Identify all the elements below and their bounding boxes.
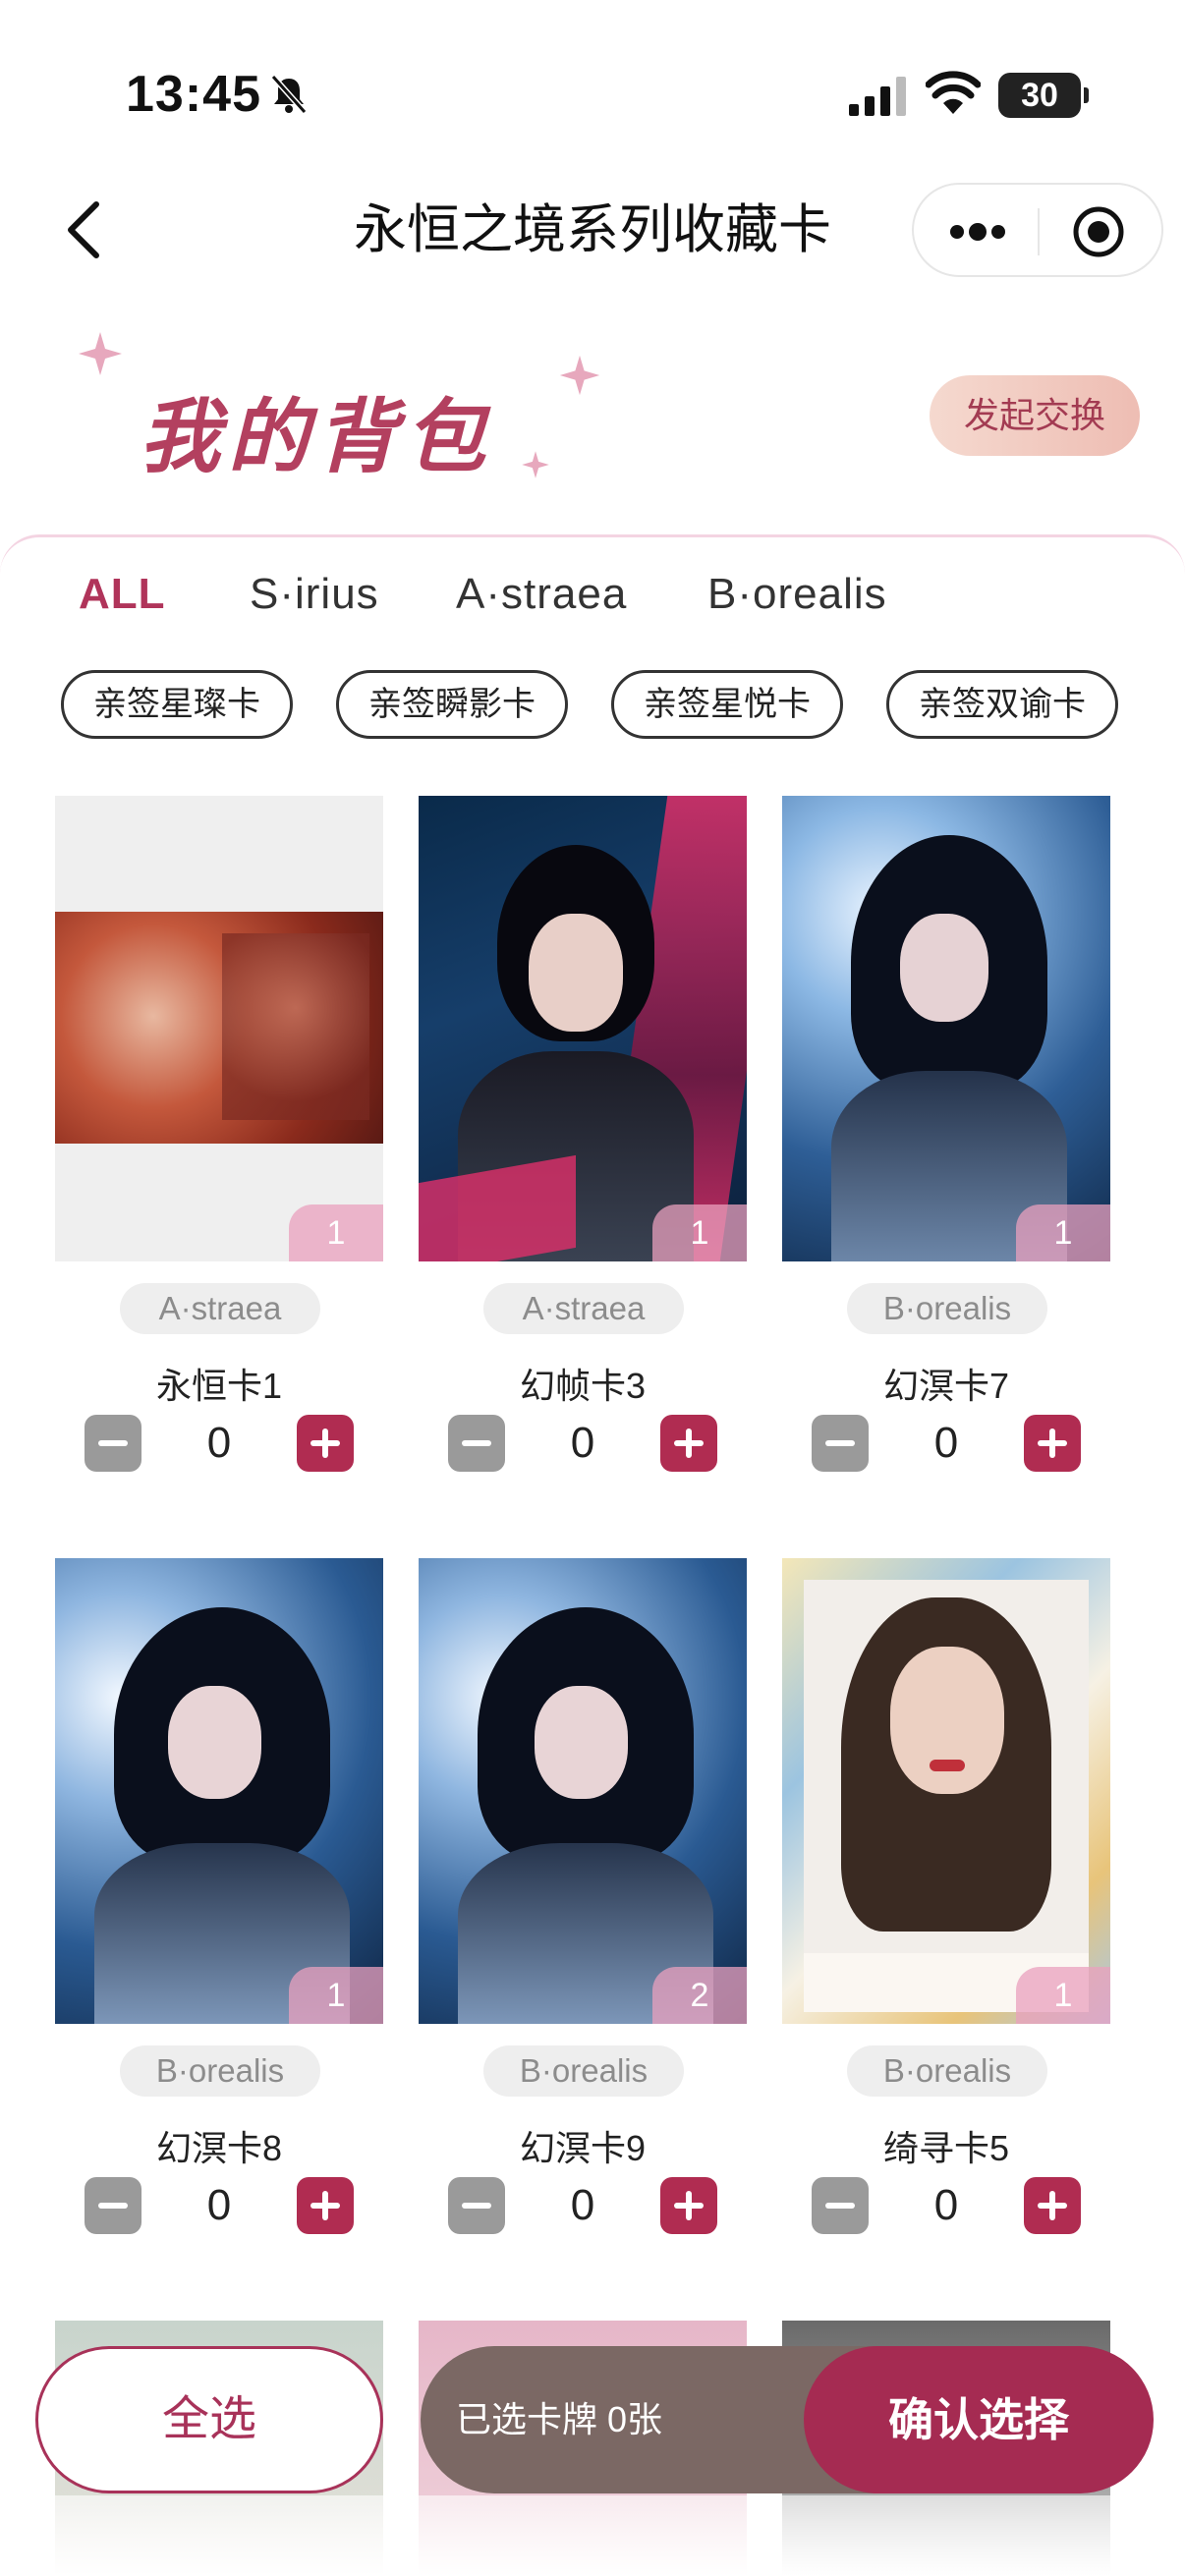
increase-button[interactable] [1024, 1415, 1081, 1472]
filter-chip[interactable]: 亲签星璨卡 [61, 670, 293, 739]
quantity-badge: 1 [289, 1967, 383, 2024]
filter-chip[interactable]: 亲签双谕卡 [886, 670, 1118, 739]
select-all-button[interactable]: 全选 [35, 2346, 383, 2493]
series-tabs: ALL S·irius A·straea B·orealis [0, 560, 1185, 629]
quantity-badge: 1 [1016, 1204, 1110, 1261]
card-name: 永恒卡1 [155, 1366, 283, 1406]
card-type-filters: 亲签星璨卡 亲签瞬影卡 亲签星悦卡 亲签双谕卡 [0, 670, 1185, 739]
selected-count: 0 [933, 2181, 959, 2229]
selected-count: 0 [206, 2181, 232, 2229]
series-tag: B·orealis [120, 2045, 320, 2097]
selected-count: 0 [570, 2181, 595, 2229]
selected-count: 0 [570, 1419, 595, 1467]
selection-summary-bar: 已选卡牌 0张 确认选择 [421, 2346, 1154, 2493]
sparkle-icon [522, 451, 549, 478]
page-title: 永恒之境系列收藏卡 [354, 200, 831, 259]
increase-button[interactable] [1024, 2177, 1081, 2234]
bell-muted-icon [270, 75, 308, 114]
card-image[interactable]: 1 [782, 796, 1110, 1261]
quantity-stepper: 0 [812, 1415, 1081, 1474]
backpack-title: 我的背包 [140, 393, 493, 482]
card-image[interactable]: 1 [419, 796, 747, 1261]
quantity-stepper: 0 [85, 2177, 354, 2236]
bottom-fade [0, 2495, 1185, 2576]
quantity-stepper: 0 [812, 2177, 1081, 2236]
card-name: 幻溟卡8 [155, 2128, 283, 2168]
decrease-button[interactable] [812, 1415, 869, 1472]
quantity-stepper: 0 [448, 2177, 717, 2236]
selected-count-text: 已选卡牌 0张 [456, 2399, 663, 2439]
status-bar: 13:45 30 [0, 0, 1185, 147]
quantity-badge: 1 [652, 1204, 747, 1261]
confirm-selection-button[interactable]: 确认选择 [804, 2346, 1154, 2493]
quantity-badge: 2 [652, 1967, 747, 2024]
increase-button[interactable] [297, 2177, 354, 2234]
sparkle-icon [79, 332, 122, 375]
card-name: 幻溟卡9 [519, 2128, 647, 2168]
increase-button[interactable] [660, 2177, 717, 2234]
tab-borealis[interactable]: B·orealis [707, 560, 887, 629]
quantity-badge: 1 [289, 1204, 383, 1261]
card-image[interactable]: 1 [782, 1558, 1110, 2024]
decrease-button[interactable] [85, 2177, 141, 2234]
card-image[interactable]: 1 [55, 796, 383, 1261]
back-arrow-icon[interactable] [57, 196, 112, 263]
tab-astraea[interactable]: A·straea [456, 560, 627, 629]
card-image[interactable]: 2 [419, 1558, 747, 2024]
battery-icon: 30 [998, 73, 1089, 118]
signal-icon [849, 77, 906, 116]
wifi-icon [926, 71, 981, 114]
quantity-badge: 1 [1016, 1967, 1110, 2024]
close-target-icon[interactable] [1071, 204, 1126, 259]
selected-count: 0 [206, 1419, 232, 1467]
quantity-stepper: 0 [85, 1415, 354, 1474]
filter-chip[interactable]: 亲签瞬影卡 [336, 670, 568, 739]
decrease-button[interactable] [448, 1415, 505, 1472]
card-image[interactable]: 1 [55, 1558, 383, 2024]
increase-button[interactable] [660, 1415, 717, 1472]
card-name: 幻帧卡3 [519, 1366, 647, 1406]
card-name: 幻溟卡7 [882, 1366, 1010, 1406]
series-tag: A·straea [483, 1283, 684, 1334]
series-tag: B·orealis [847, 1283, 1047, 1334]
series-tag: A·straea [120, 1283, 320, 1334]
card-name: 绮寻卡5 [882, 2128, 1010, 2168]
series-tag: B·orealis [483, 2045, 684, 2097]
decrease-button[interactable] [812, 2177, 869, 2234]
mini-program-capsule [912, 183, 1163, 277]
decrease-button[interactable] [85, 1415, 141, 1472]
more-icon[interactable] [947, 214, 1008, 250]
tab-all[interactable]: ALL [79, 560, 166, 629]
series-tag: B·orealis [847, 2045, 1047, 2097]
sparkle-icon [559, 355, 600, 396]
start-exchange-button[interactable]: 发起交换 [930, 375, 1140, 456]
selected-count: 0 [933, 1419, 959, 1467]
tab-sirius[interactable]: S·irius [250, 560, 379, 629]
decrease-button[interactable] [448, 2177, 505, 2234]
quantity-stepper: 0 [448, 1415, 717, 1474]
capsule-divider [1038, 208, 1040, 255]
increase-button[interactable] [297, 1415, 354, 1472]
filter-chip[interactable]: 亲签星悦卡 [611, 670, 843, 739]
status-time: 13:45 [126, 66, 261, 123]
